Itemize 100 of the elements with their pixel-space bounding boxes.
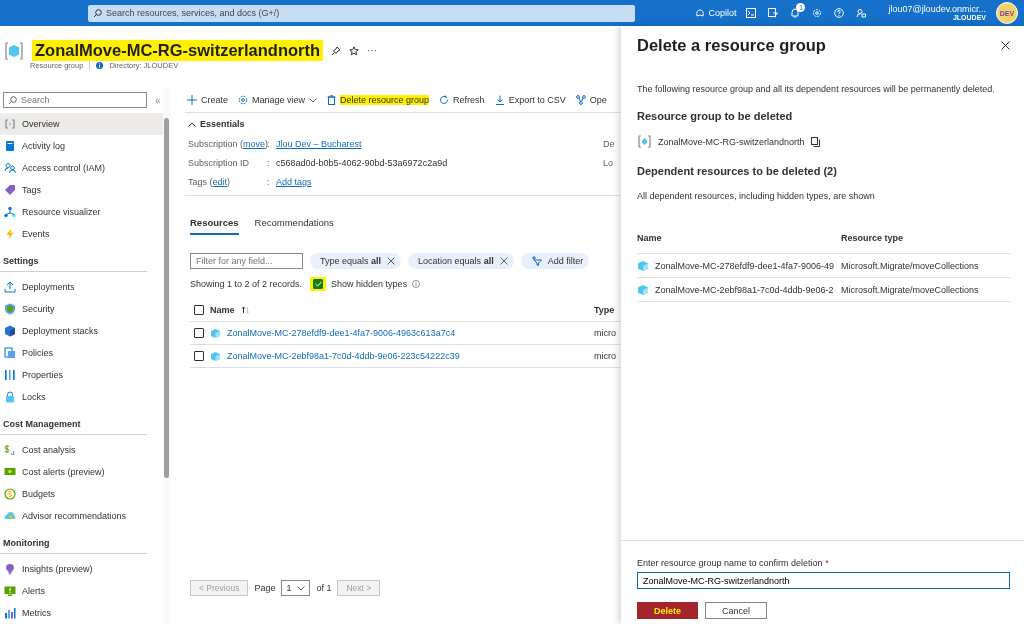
add-filter-icon xyxy=(530,256,542,266)
resource-link[interactable]: ZonalMove-MC-2ebf98a1-7c0d-4ddb-9e06-223c54222c39 xyxy=(227,351,460,361)
search-field[interactable]: Search xyxy=(3,92,147,108)
nav-item[interactable]: Access control (IAM) xyxy=(0,157,163,179)
colon: : xyxy=(267,138,271,149)
filter-pill[interactable]: Location equals all xyxy=(408,253,514,269)
money-icon xyxy=(4,466,16,478)
required-mark: * xyxy=(825,558,829,568)
close-icon xyxy=(1001,40,1010,50)
page-count: of 1 xyxy=(316,583,332,593)
nav-item[interactable]: Properties xyxy=(0,364,163,386)
nav-item[interactable]: Overview xyxy=(0,113,163,135)
nav-item[interactable]: Cost alerts (preview) xyxy=(0,461,163,483)
settings-icon[interactable] xyxy=(812,8,823,18)
download-icon xyxy=(494,95,505,105)
row-checkbox[interactable] xyxy=(194,351,204,361)
pin-icon[interactable] xyxy=(331,45,342,56)
resource-group-icon xyxy=(4,118,16,130)
column-header[interactable]: Type xyxy=(594,305,615,315)
close-icon[interactable] xyxy=(499,257,508,265)
confirm-field[interactable]: ZonalMove-MC-RG-switzerlandnorth xyxy=(637,572,1010,589)
resource-group-icon xyxy=(4,40,24,61)
toolbar-button[interactable]: Manage view xyxy=(236,93,320,107)
dollar-chart-icon xyxy=(4,444,16,456)
section-heading: Resource group to be deleted xyxy=(637,110,794,122)
document-icon xyxy=(4,140,16,152)
scrollbar[interactable] xyxy=(163,88,170,624)
field-link[interactable]: Jlou Dev – Bucharest xyxy=(276,138,362,149)
nav-item[interactable]: Budgets xyxy=(0,483,163,505)
nav-item[interactable]: Policies xyxy=(0,342,163,364)
nav-item[interactable]: Events xyxy=(0,223,163,245)
chevron-down-icon xyxy=(309,97,318,103)
nav-item[interactable]: Security xyxy=(0,298,163,320)
copilot-button[interactable]: Copilot xyxy=(695,8,737,18)
section-heading: Dependent resources to be deleted (2) xyxy=(637,165,838,177)
help-icon[interactable] xyxy=(834,8,845,18)
sort-icon xyxy=(240,306,250,314)
network-icon xyxy=(4,206,16,218)
people-icon xyxy=(4,162,16,174)
table-cell: ZonalMove-MC-2ebf98a1-7c0d-4ddb-9e06-2 xyxy=(655,284,834,295)
nav-item[interactable]: Alerts xyxy=(0,580,163,602)
resource-link[interactable]: ZonalMove-MC-278efdf9-dee1-4fa7-9006-4963c613a7c4 xyxy=(227,328,456,338)
delete-button[interactable]: Delete xyxy=(637,602,698,619)
column-header: Resource type xyxy=(841,233,904,243)
tab[interactable]: Resources xyxy=(190,214,239,235)
add-filter-button[interactable]: Add filter xyxy=(520,253,590,269)
row-checkbox[interactable] xyxy=(194,328,204,338)
nav-item[interactable]: Deployments xyxy=(0,276,163,298)
field-value: c568ad0d-b0b5-4062-90bd-53a6972c2a9d xyxy=(276,157,448,168)
field-label: De xyxy=(603,138,615,149)
filter-field[interactable]: Filter for any field... xyxy=(190,253,303,269)
cube-icon xyxy=(637,259,649,272)
column-header[interactable]: Name xyxy=(210,305,235,315)
essentials-toggle[interactable]: Essentials xyxy=(185,113,621,134)
collapse-button[interactable]: « xyxy=(155,94,161,106)
bar-chart-icon xyxy=(4,607,16,619)
more-button[interactable]: ··· xyxy=(367,45,378,56)
nav-item[interactable]: Metrics xyxy=(0,602,163,624)
nav-item[interactable]: Insights (preview) xyxy=(0,558,163,580)
bell-icon[interactable] xyxy=(790,8,801,18)
toolbar-button[interactable]: Create xyxy=(185,93,230,107)
nav-item[interactable]: Locks xyxy=(0,386,163,408)
nav-item[interactable]: Resource visualizer xyxy=(0,201,163,223)
toolbar-button[interactable]: Refresh xyxy=(437,93,487,107)
close-button[interactable] xyxy=(1001,40,1010,50)
terminal-icon[interactable] xyxy=(746,8,757,18)
section-heading: Monitoring xyxy=(0,527,147,554)
chevron-up-icon xyxy=(188,121,196,127)
cube-icon xyxy=(210,327,221,339)
nav-item[interactable]: Advisor recommendations xyxy=(0,505,163,527)
checkbox[interactable] xyxy=(313,279,324,289)
upload-icon xyxy=(4,281,16,293)
toolbar-button[interactable]: Ope xyxy=(573,93,609,107)
toolbar-button[interactable]: Export to CSV xyxy=(492,93,568,107)
table-cell: micro xyxy=(594,328,616,338)
checkmark-icon xyxy=(314,281,322,287)
search-field[interactable]: Search resources, services, and docs (G+/) xyxy=(88,4,635,22)
monitor-icon xyxy=(4,585,16,597)
nav-item[interactable]: Cost analysis xyxy=(0,439,163,461)
section-heading: Cost Management xyxy=(0,408,147,435)
nav-item[interactable]: Activity log xyxy=(0,135,163,157)
account-email[interactable]: jlou07@jloudev.onmicr... xyxy=(888,3,986,15)
copy-icon[interactable] xyxy=(810,136,820,147)
gear-icon xyxy=(238,95,248,105)
note: All dependent resources, including hidden types, are shown xyxy=(637,191,876,201)
filter-pill[interactable]: Type equals all xyxy=(310,253,402,269)
field-link[interactable]: Add tags xyxy=(276,176,312,187)
tab[interactable]: Recommendations xyxy=(254,214,334,235)
nav-item[interactable]: Deployment stacks xyxy=(0,320,163,342)
page-dropdown[interactable]: 1 xyxy=(281,580,311,596)
page-label: Page xyxy=(254,583,276,593)
select-all-checkbox[interactable] xyxy=(194,305,204,315)
info-icon xyxy=(412,280,421,288)
close-icon[interactable] xyxy=(387,257,396,265)
resource-group-icon xyxy=(637,134,652,149)
star-icon[interactable] xyxy=(349,45,360,56)
record-count: Showing 1 to 2 of 2 records. xyxy=(190,279,303,289)
coin-icon xyxy=(4,488,16,500)
cancel-button[interactable]: Cancel xyxy=(705,602,768,619)
nav-item[interactable]: Tags xyxy=(0,179,163,201)
